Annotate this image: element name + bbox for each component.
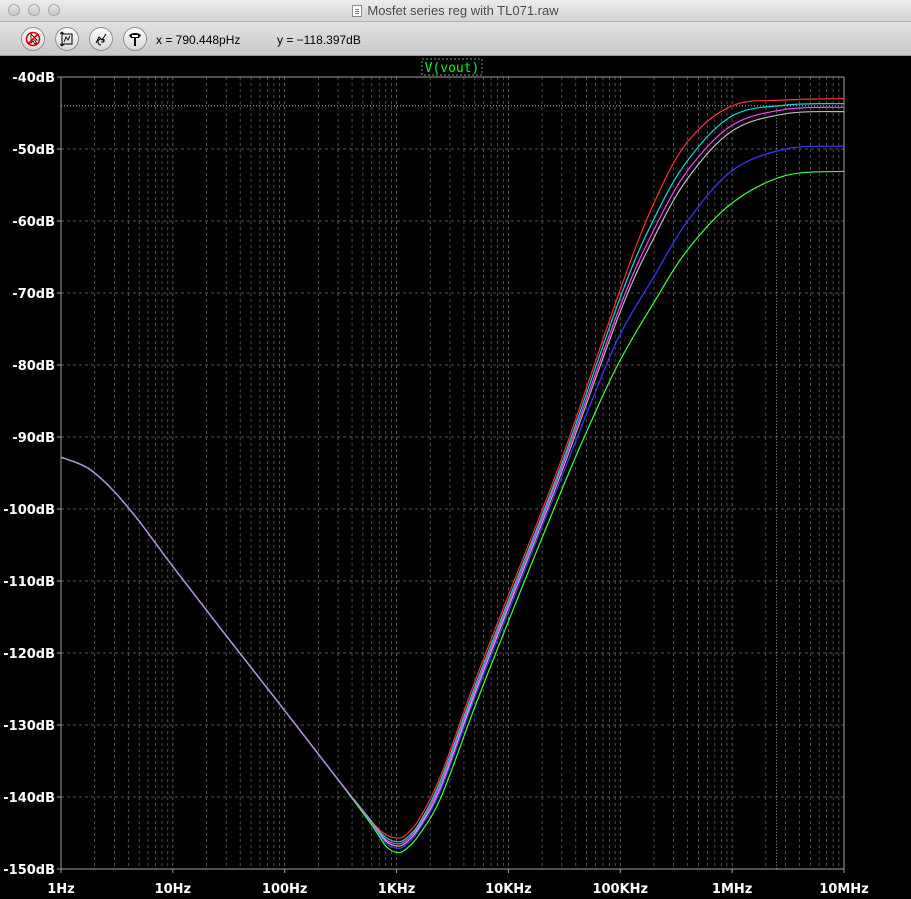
cursor-y-readout: y = −118.397dB [277, 33, 361, 47]
y-tick-label: -60dB [12, 215, 55, 230]
cursor-x-readout: x = 790.448pHz [156, 33, 241, 47]
y-tick-label: -80dB [12, 359, 55, 374]
autoscale-icon [59, 31, 73, 47]
trace-line-4 [60, 110, 845, 847]
y-tick-label: -40dB [12, 71, 55, 86]
trace-line-shared [60, 456, 373, 822]
toolbar: x = 790.448pHz y = −118.397dB [0, 22, 911, 56]
y-tick-label: -110dB [3, 575, 55, 590]
x-tick-label: 100Hz [262, 882, 308, 897]
no-pointer-tool-button[interactable] [21, 27, 45, 51]
waveform-plot[interactable]: -40dB -50dB -60dB -70dB -80dB -90dB -100dB -110… [0, 56, 911, 899]
y-tick-label: -150dB [3, 863, 55, 878]
probe-button[interactable] [123, 27, 147, 51]
zoom-back-icon [95, 33, 107, 46]
trace-label: V(vout) [425, 61, 480, 76]
y-tick-label: -140dB [3, 791, 55, 806]
y-tick-label: -50dB [12, 143, 55, 158]
x-tick-label: 10KHz [485, 882, 532, 897]
trace-line-1 [60, 98, 845, 839]
window-title: Mosfet series reg with TL071.raw [367, 3, 559, 18]
x-tick-label: 1MHz [712, 882, 752, 897]
document-icon [352, 5, 363, 17]
window-title-area: Mosfet series reg with TL071.raw [0, 3, 911, 18]
zoom-undo-button[interactable] [89, 27, 113, 51]
trace-line-3 [60, 106, 845, 845]
y-tick-label: -70dB [12, 287, 55, 302]
window-titlebar: Mosfet series reg with TL071.raw [0, 0, 911, 22]
x-tick-label: 1KHz [378, 882, 416, 897]
y-tick-label: -120dB [3, 647, 55, 662]
trace-label-box[interactable]: V(vout) [421, 58, 483, 76]
x-tick-label: 100KHz [592, 882, 648, 897]
x-tick-label: 1Hz [47, 882, 75, 897]
y-tick-label: -100dB [3, 503, 55, 518]
trace-line-2 [60, 103, 845, 843]
traces [60, 98, 845, 854]
autoscale-button[interactable] [55, 27, 79, 51]
no-pointer-icon [25, 31, 41, 47]
x-tick-label: 10Hz [155, 882, 192, 897]
probe-icon [129, 33, 141, 46]
y-axis-ticks: -40dB -50dB -60dB -70dB -80dB -90dB -100dB -110… [3, 71, 61, 878]
y-tick-label: -130dB [3, 719, 55, 734]
y-tick-label: -90dB [12, 431, 55, 446]
trace-line-6 [60, 170, 845, 854]
x-axis-ticks: 1Hz 10Hz 100Hz 1KHz 10KHz 100KHz 1MHz 10MHz [47, 869, 869, 897]
x-tick-label: 10MHz [819, 882, 868, 897]
